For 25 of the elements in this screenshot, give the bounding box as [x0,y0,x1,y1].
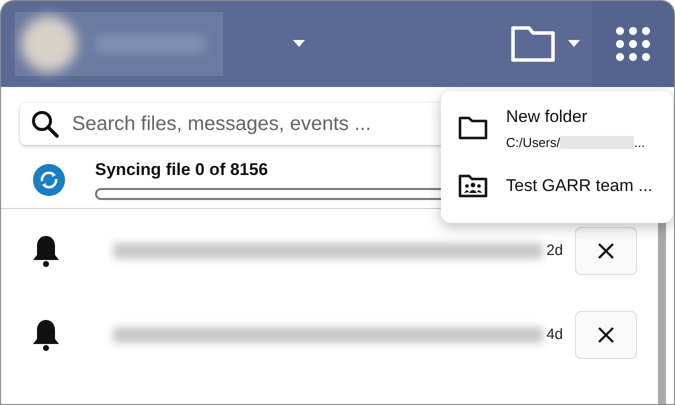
sync-status: Syncing file 0 of 8156 [95,159,269,181]
bell-icon [31,234,61,268]
timestamp: 4d [546,324,563,345]
dismiss-button[interactable] [575,227,637,275]
caret-icon[interactable] [293,40,305,48]
menu-item-label: New folder [506,106,588,128]
close-icon [597,326,615,344]
grid-icon [615,26,651,62]
menu-item[interactable]: Test GARR team ... [441,157,673,215]
avatar [21,16,77,72]
menu-item-label: Test GARR team ... [506,175,652,198]
dismiss-button[interactable] [575,311,637,359]
path-text: C:/Users/ [506,134,560,152]
folder-icon [458,116,488,140]
path-text: ... [634,134,646,152]
bell-icon [31,318,61,352]
menu-item[interactable]: New folder C:/Users/ ... [441,99,673,157]
sync-icon [33,164,65,196]
search-icon [30,109,60,139]
team-folder-icon [458,174,488,198]
timestamp: 2d [546,240,563,261]
apps-button[interactable] [592,1,674,87]
caret-icon[interactable] [568,40,580,48]
folder-icon[interactable] [510,24,558,64]
close-icon [597,242,615,260]
